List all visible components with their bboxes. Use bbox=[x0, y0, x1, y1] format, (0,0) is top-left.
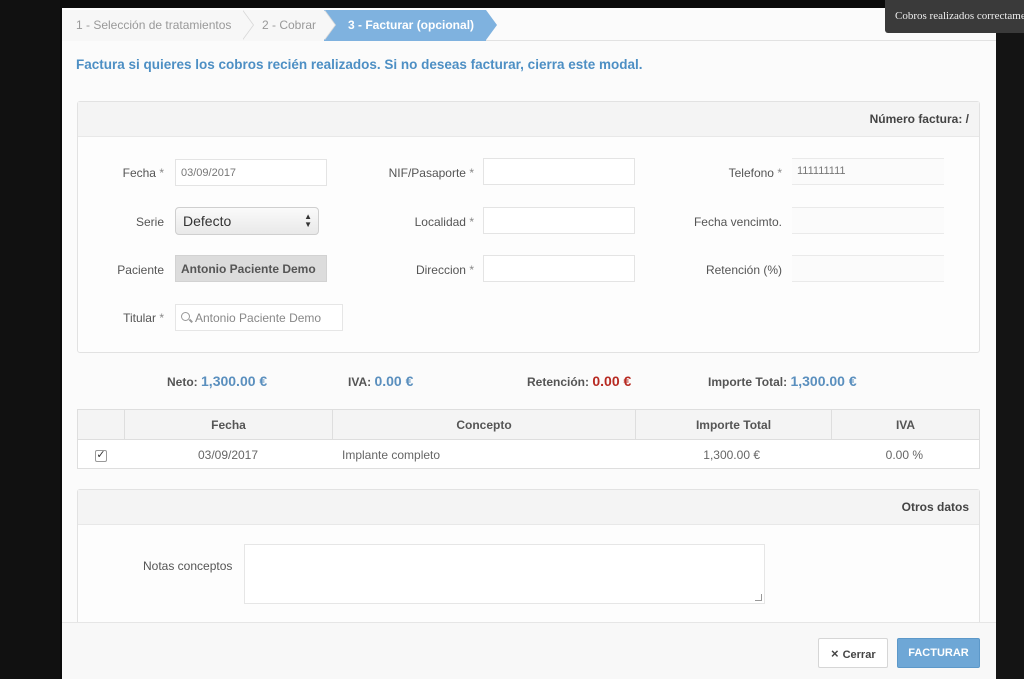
table-cell-iva: 0.00 % bbox=[885, 448, 923, 462]
total-retencion: Retención: 0.00 € bbox=[527, 373, 632, 389]
wizard-step-label: 3 - Facturar (opcional) bbox=[348, 18, 475, 32]
telefono-label: Telefono * bbox=[728, 166, 782, 180]
column-header-iva[interactable]: IVA bbox=[831, 410, 979, 440]
total-neto: Neto: 1,300.00 € bbox=[167, 373, 268, 389]
wizard-step-cobrar[interactable]: 2 - Cobrar bbox=[242, 10, 336, 41]
serie-label: Serie bbox=[135, 215, 164, 229]
column-header-fecha[interactable]: Fecha bbox=[124, 410, 332, 440]
intro-text: Factura si quieres los cobros recién rea… bbox=[76, 57, 643, 72]
wizard-step-label: 2 - Cobrar bbox=[262, 18, 317, 32]
close-icon: × bbox=[831, 646, 839, 661]
wizard-step-label: 1 - Selección de tratamientos bbox=[76, 18, 232, 32]
other-data-header: Otros datos bbox=[78, 490, 979, 525]
fecha-label: Fecha * bbox=[122, 166, 164, 180]
titular-label: Titular * bbox=[123, 311, 164, 325]
row-checkbox[interactable]: ✓ bbox=[95, 450, 107, 462]
totals-bar: Neto: 1,300.00 € IVA: 0.00 € Retención: … bbox=[62, 373, 996, 393]
total-importe: Importe Total: 1,300.00 € bbox=[708, 373, 857, 389]
invoice-modal: 1 - Selección de tratamientos 2 - Cobrar… bbox=[62, 8, 996, 679]
modal-footer: × Cerrar FACTURAR bbox=[62, 622, 996, 679]
total-iva: IVA: 0.00 € bbox=[348, 373, 414, 389]
vencimiento-input[interactable] bbox=[792, 207, 944, 234]
table-cell-importe: 1,300.00 € bbox=[703, 448, 760, 462]
modal-backdrop-right bbox=[996, 0, 1024, 679]
column-header-importe[interactable]: Importe Total bbox=[635, 410, 831, 440]
wizard-step-facturar[interactable]: 3 - Facturar (opcional) bbox=[324, 10, 497, 41]
wizard-steps: 1 - Selección de tratamientos 2 - Cobrar… bbox=[62, 10, 996, 41]
telefono-input[interactable]: 111111111 bbox=[792, 158, 944, 185]
retencion-label: Retención (%) bbox=[705, 263, 782, 277]
wizard-step-seleccion[interactable]: 1 - Selección de tratamientos bbox=[62, 10, 254, 41]
modal-backdrop-left bbox=[0, 0, 60, 679]
serie-select[interactable]: Defecto ▲ ▼ bbox=[175, 207, 319, 235]
titular-search-input[interactable]: Antonio Paciente Demo bbox=[175, 304, 343, 331]
column-header-concepto[interactable]: Concepto bbox=[332, 410, 635, 440]
direccion-label: Direccion * bbox=[415, 263, 474, 277]
close-button[interactable]: × Cerrar bbox=[818, 638, 888, 668]
search-icon bbox=[181, 312, 190, 321]
charges-table: Fecha Concepto Importe Total IVA ✓ 03/09… bbox=[77, 409, 980, 469]
table-header: Fecha Concepto Importe Total IVA bbox=[78, 410, 979, 440]
select-arrows-icon: ▲ ▼ bbox=[304, 212, 312, 229]
vencimiento-label: Fecha vencimto. bbox=[693, 215, 782, 229]
invoice-number-header: Número factura: / bbox=[78, 102, 979, 137]
nif-input[interactable] bbox=[483, 158, 635, 185]
table-cell-fecha: 03/09/2017 bbox=[197, 448, 259, 462]
notes-textarea[interactable] bbox=[244, 544, 765, 604]
table-cell-concepto: Implante completo bbox=[342, 448, 441, 462]
paciente-label: Paciente bbox=[117, 263, 164, 277]
notes-label: Notas conceptos bbox=[143, 559, 233, 573]
nif-label: NIF/Pasaporte * bbox=[388, 166, 474, 180]
retencion-input[interactable] bbox=[792, 255, 944, 282]
facturar-button[interactable]: FACTURAR bbox=[897, 638, 980, 668]
localidad-input[interactable] bbox=[483, 207, 635, 234]
localidad-label: Localidad * bbox=[414, 215, 474, 229]
paciente-field: Antonio Paciente Demo bbox=[175, 255, 327, 282]
resize-grip-icon[interactable] bbox=[755, 594, 762, 601]
success-toast: Cobros realizados correctamente bbox=[885, 0, 1024, 33]
fecha-input[interactable]: 03/09/2017 bbox=[175, 159, 327, 186]
direccion-input[interactable] bbox=[483, 255, 635, 282]
